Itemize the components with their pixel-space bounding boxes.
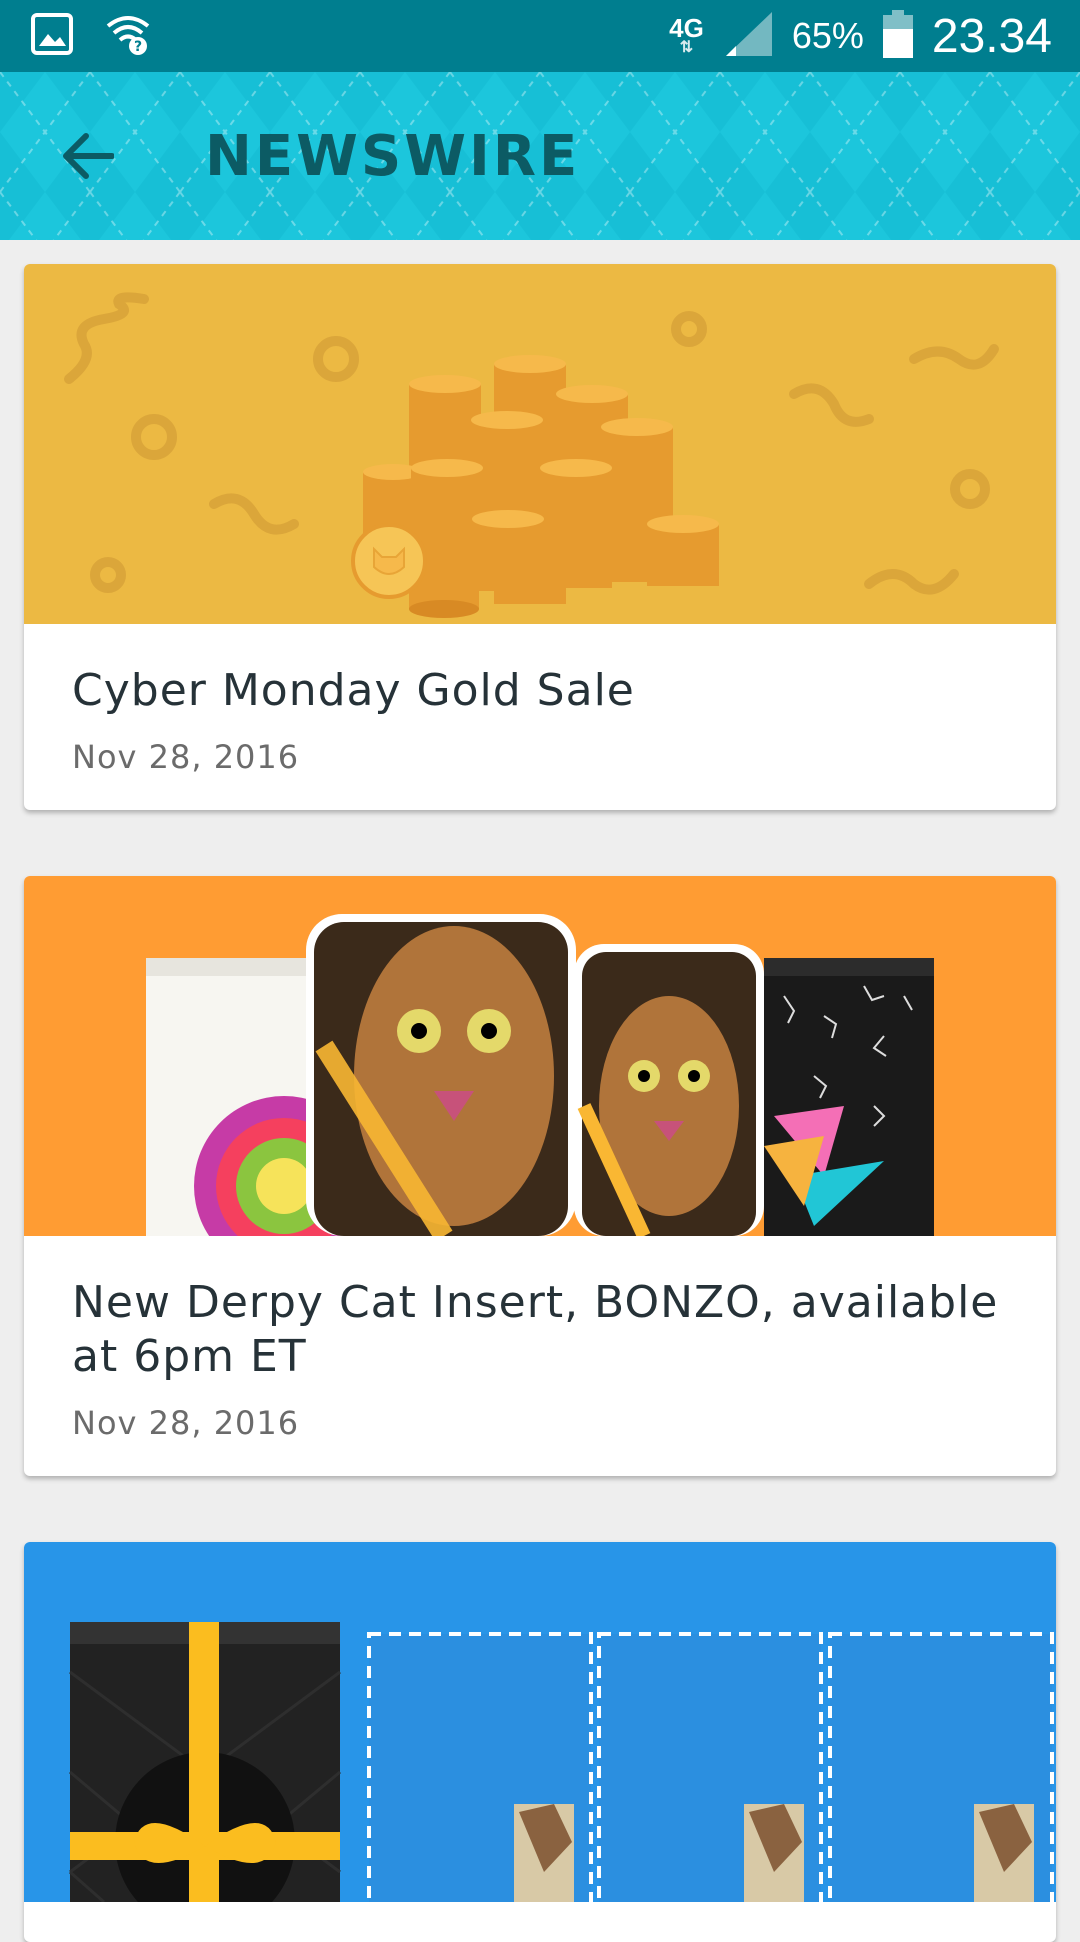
- cat-insert-packs-image: [24, 876, 1056, 1236]
- status-bar: ? 4G ⇅ 65% 23.34: [0, 0, 1080, 72]
- news-card[interactable]: New Derpy Cat Insert, BONZO, available a…: [24, 876, 1056, 1476]
- app-bar: NEWSWIRE: [0, 72, 1080, 240]
- page-title: NEWSWIRE: [205, 124, 581, 189]
- clock: 23.34: [931, 9, 1052, 63]
- news-card[interactable]: Cyber Monday Gold Sale Nov 28, 2016: [24, 264, 1056, 810]
- news-title: New Derpy Cat Insert, BONZO, available a…: [72, 1277, 999, 1382]
- news-card[interactable]: [24, 1542, 1056, 1942]
- news-title: Cyber Monday Gold Sale: [72, 665, 635, 716]
- wifi-question-icon: ?: [104, 12, 154, 60]
- battery-percent: 65%: [791, 15, 864, 56]
- gold-coins-image: [24, 264, 1056, 624]
- back-button[interactable]: [52, 120, 124, 192]
- arrow-back-icon: [63, 133, 114, 179]
- gift-pack-image: [24, 1542, 1056, 1902]
- svg-text:?: ?: [134, 39, 142, 55]
- signal-icon: [722, 10, 774, 62]
- network-type: 4G ⇅: [669, 13, 704, 56]
- image-icon: [30, 12, 74, 60]
- battery-icon: [882, 9, 914, 63]
- news-date: Nov 28, 2016: [72, 738, 300, 776]
- news-date: Nov 28, 2016: [72, 1404, 300, 1442]
